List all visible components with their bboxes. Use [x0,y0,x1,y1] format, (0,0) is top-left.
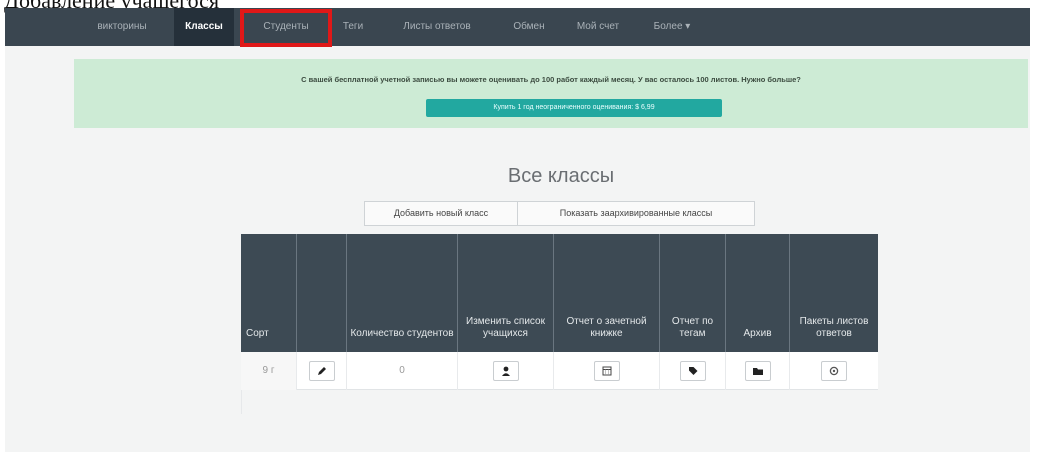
show-archived-button[interactable]: Показать заархивированные классы [517,201,755,226]
students-highlight-box [240,9,332,47]
nav-item-tags[interactable]: Теги [333,8,373,46]
edit-roster-button[interactable] [493,361,519,381]
row-edit-cell [297,352,347,390]
row-answer-sheets-cell [790,352,878,390]
nav-item-answer-sheets[interactable]: Листы ответов [383,8,491,46]
gear-icon [829,366,839,376]
banner-message: С вашей бесплатной учетной записью вы мо… [301,75,801,84]
column-edit-roster: Изменить список учащихся [458,234,554,352]
tag-report-button[interactable] [680,361,706,381]
row-tag-report-cell [660,352,726,390]
answer-sheet-packs-button[interactable] [821,361,847,381]
top-navbar: викторины Классы Студенты Теги Листы отв… [5,8,1030,46]
column-answer-sheet-packs: Пакеты листов ответов [799,316,869,339]
page-title: Все классы [507,165,615,187]
column-student-count: Количество студентов [347,234,458,352]
column-edit [297,234,347,352]
gradebook-report-button[interactable] [594,361,620,381]
buy-unlimited-button[interactable]: Купить 1 год неограниченного оценивания:… [426,99,722,117]
row-gradebook-cell [554,352,660,390]
nav-item-my-account[interactable]: Мой счет [565,8,631,46]
nav-item-classes[interactable]: Классы [174,8,234,46]
column-archive: Архив [726,234,790,352]
row-student-count: 0 [347,352,458,390]
column-tag-report: Отчет по тегам [660,234,726,352]
calendar-icon [602,366,612,376]
table-row: 9 г 0 [241,352,878,390]
folder-icon [752,368,763,375]
user-icon [502,366,510,376]
column-sort[interactable]: Сорт [241,234,297,352]
column-gradebook-report: Отчет о зачетной книжке [554,234,660,352]
upgrade-banner: С вашей бесплатной учетной записью вы мо… [74,59,1028,128]
archive-button[interactable] [745,361,771,381]
pencil-icon [318,367,326,375]
add-class-button[interactable]: Добавить новый класс [364,201,518,226]
nav-item-quizzes[interactable]: викторины [81,8,163,46]
row-sort-value: 9 г [241,352,297,390]
row-archive-cell [726,352,790,390]
app-screen: викторины Классы Студенты Теги Листы отв… [5,8,1030,452]
edit-class-button[interactable] [309,361,335,381]
classes-table-header: Сорт Количество студентов Изменить списо… [241,234,878,352]
nav-item-exchange[interactable]: Обмен [501,8,557,46]
row-roster-cell [458,352,554,390]
tag-icon [689,367,698,375]
table-empty-area [241,390,878,414]
nav-item-more[interactable]: Более ▾ [639,8,705,46]
